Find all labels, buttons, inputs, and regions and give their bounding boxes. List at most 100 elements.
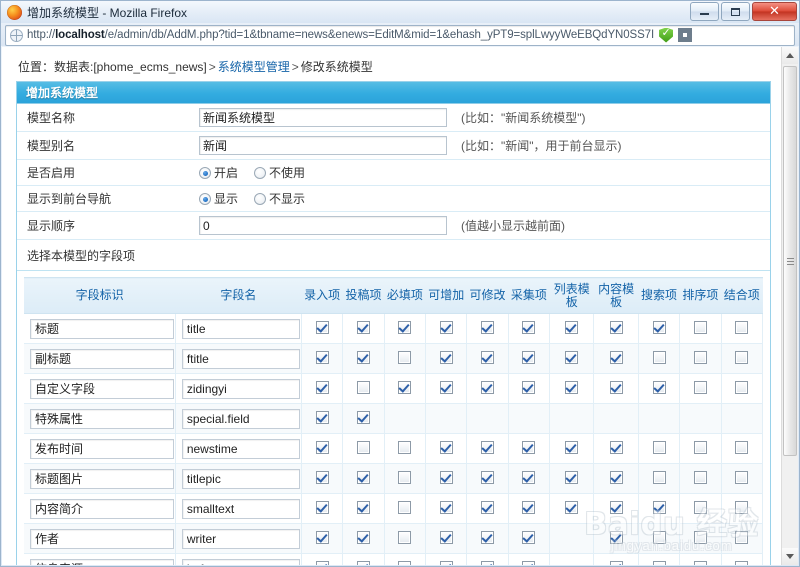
checkbox-cell[interactable]	[301, 463, 344, 494]
radio-label[interactable]: 不显示	[269, 190, 305, 207]
checkbox-cell[interactable]	[384, 553, 427, 565]
checkbox[interactable]	[315, 410, 329, 424]
checkbox[interactable]	[735, 440, 749, 454]
checkbox[interactable]	[481, 500, 495, 514]
checkbox[interactable]	[398, 530, 412, 544]
checkbox-cell[interactable]	[508, 553, 551, 565]
checkbox[interactable]	[652, 500, 666, 514]
field-label-input[interactable]	[30, 438, 174, 459]
checkbox-cell[interactable]	[508, 433, 551, 464]
url-bar[interactable]: http://localhost/e/admin/db/AddM.php?tid…	[5, 24, 795, 46]
field-name-input[interactable]	[181, 558, 300, 565]
checkbox[interactable]	[652, 440, 666, 454]
checkbox[interactable]	[398, 470, 412, 484]
checkbox[interactable]	[609, 560, 623, 565]
checkbox[interactable]	[356, 470, 370, 484]
checkbox[interactable]	[522, 500, 536, 514]
checkbox[interactable]	[565, 500, 579, 514]
text-input[interactable]	[199, 216, 447, 235]
checkbox[interactable]	[315, 350, 329, 364]
close-button[interactable]: ✕	[752, 2, 797, 21]
field-name-input[interactable]	[181, 468, 300, 489]
checkbox-cell[interactable]	[466, 373, 509, 404]
checkbox-cell[interactable]	[593, 493, 639, 524]
checkbox-cell[interactable]	[593, 343, 639, 374]
checkbox-cell[interactable]	[549, 373, 595, 404]
checkbox[interactable]	[481, 560, 495, 565]
checkbox-cell[interactable]	[301, 553, 344, 565]
checkbox-cell[interactable]	[638, 463, 681, 494]
minimize-button[interactable]	[690, 2, 719, 21]
checkbox-cell[interactable]	[425, 463, 468, 494]
radio-label[interactable]: 不使用	[269, 164, 305, 181]
field-label-input[interactable]	[30, 378, 174, 399]
checkbox-cell[interactable]	[679, 493, 722, 524]
checkbox[interactable]	[522, 560, 536, 565]
checkbox[interactable]	[439, 440, 453, 454]
checkbox[interactable]	[609, 530, 623, 544]
field-label-input[interactable]	[30, 498, 174, 519]
checkbox[interactable]	[735, 530, 749, 544]
checkbox[interactable]	[565, 470, 579, 484]
checkbox-cell[interactable]	[466, 493, 509, 524]
checkbox-cell[interactable]	[466, 463, 509, 494]
checkbox[interactable]	[522, 320, 536, 334]
checkbox[interactable]	[398, 320, 412, 334]
checkbox[interactable]	[315, 380, 329, 394]
checkbox-cell[interactable]	[679, 433, 722, 464]
checkbox-cell[interactable]	[593, 523, 639, 554]
checkbox-cell[interactable]	[425, 433, 468, 464]
checkbox[interactable]	[439, 470, 453, 484]
checkbox[interactable]	[735, 380, 749, 394]
checkbox-cell[interactable]	[301, 493, 344, 524]
radio-label[interactable]: 显示	[214, 190, 238, 207]
checkbox-cell[interactable]	[342, 343, 385, 374]
field-label-input[interactable]	[30, 408, 174, 429]
checkbox[interactable]	[315, 470, 329, 484]
field-label-input[interactable]	[30, 348, 174, 369]
checkbox[interactable]	[735, 470, 749, 484]
checkbox-cell[interactable]	[384, 373, 427, 404]
checkbox[interactable]	[481, 320, 495, 334]
checkbox[interactable]	[356, 380, 370, 394]
security-shield-icon[interactable]	[659, 27, 674, 43]
text-input[interactable]	[199, 108, 447, 127]
checkbox[interactable]	[481, 440, 495, 454]
scroll-down-button[interactable]	[782, 548, 798, 565]
checkbox[interactable]	[652, 530, 666, 544]
checkbox-cell[interactable]	[425, 493, 468, 524]
checkbox-cell[interactable]	[384, 493, 427, 524]
checkbox-cell[interactable]	[466, 523, 509, 554]
checkbox[interactable]	[522, 470, 536, 484]
checkbox-cell[interactable]	[384, 433, 427, 464]
checkbox-cell[interactable]	[508, 463, 551, 494]
checkbox-cell[interactable]	[679, 523, 722, 554]
checkbox[interactable]	[652, 350, 666, 364]
checkbox-cell[interactable]	[593, 373, 639, 404]
checkbox-cell[interactable]	[384, 523, 427, 554]
checkbox[interactable]	[356, 500, 370, 514]
checkbox-cell[interactable]	[549, 463, 595, 494]
checkbox-cell[interactable]	[508, 373, 551, 404]
checkbox-cell[interactable]	[425, 343, 468, 374]
checkbox-cell[interactable]	[342, 433, 385, 464]
checkbox[interactable]	[609, 320, 623, 334]
checkbox[interactable]	[356, 560, 370, 565]
checkbox[interactable]	[439, 500, 453, 514]
checkbox-cell[interactable]	[342, 493, 385, 524]
checkbox[interactable]	[398, 560, 412, 565]
checkbox[interactable]	[609, 470, 623, 484]
checkbox[interactable]	[439, 530, 453, 544]
checkbox-cell[interactable]	[679, 463, 722, 494]
checkbox[interactable]	[356, 530, 370, 544]
checkbox[interactable]	[609, 380, 623, 394]
checkbox[interactable]	[693, 380, 707, 394]
checkbox-cell[interactable]	[425, 373, 468, 404]
checkbox[interactable]	[481, 350, 495, 364]
checkbox[interactable]	[693, 500, 707, 514]
checkbox[interactable]	[735, 320, 749, 334]
checkbox[interactable]	[652, 470, 666, 484]
checkbox-cell[interactable]	[593, 433, 639, 464]
vertical-scrollbar[interactable]	[781, 47, 798, 565]
checkbox-cell[interactable]	[425, 553, 468, 565]
